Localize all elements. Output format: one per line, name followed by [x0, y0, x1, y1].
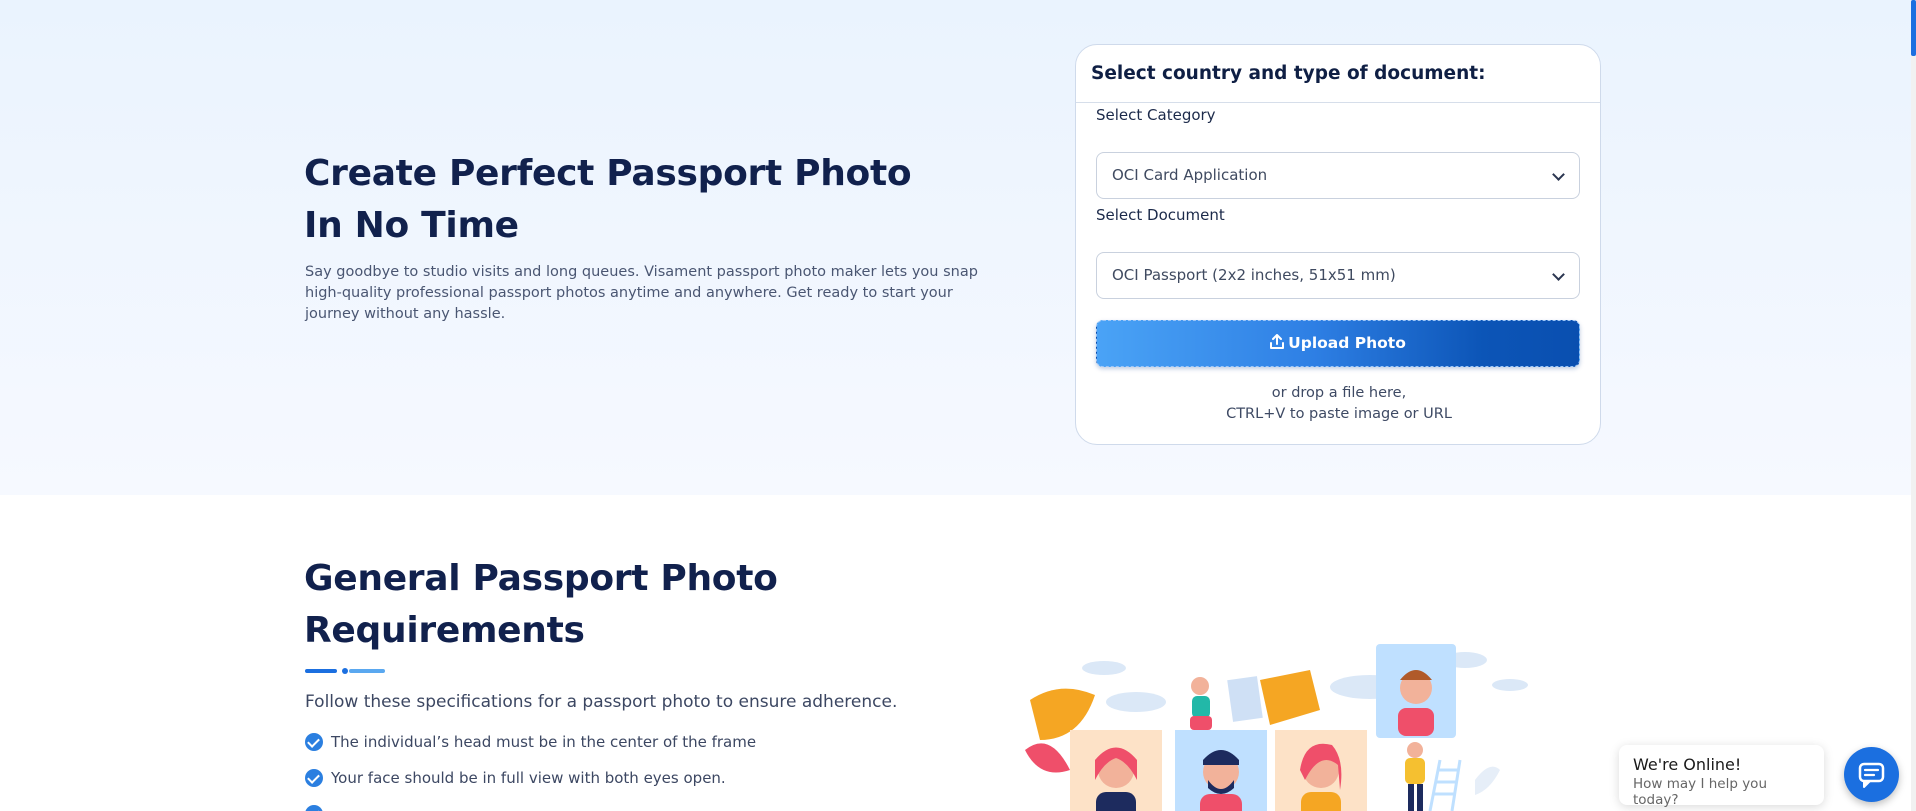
chat-icon [1858, 762, 1885, 788]
requirements-title-line1: General Passport Photo [304, 558, 778, 599]
document-selector-card: Select country and type of document: Sel… [1075, 44, 1601, 445]
chevron-down-icon [1552, 268, 1565, 281]
hero-title: Create Perfect Passport Photo In No Time [304, 148, 924, 252]
requirements-title: General Passport Photo Requirements [304, 553, 824, 657]
category-value: OCI Card Application [1112, 166, 1268, 184]
hero-title-line2: In No Time [304, 205, 519, 246]
chevron-down-icon [1552, 168, 1565, 181]
drop-zone-hint: or drop a file here, CTRL+V to paste ima… [1076, 383, 1600, 425]
category-select[interactable]: OCI Card Application [1096, 152, 1580, 199]
list-item [305, 805, 331, 811]
drop-hint-line2: CTRL+V to paste image or URL [1226, 406, 1452, 422]
check-icon [305, 769, 323, 787]
hero-section: Create Perfect Passport Photo In No Time… [0, 0, 1916, 495]
list-item: The individual’s head must be in the cen… [305, 733, 756, 751]
category-label: Select Category [1096, 106, 1216, 124]
hero-description: Say goodbye to studio visits and long qu… [305, 264, 978, 322]
card-heading: Select country and type of document: [1076, 45, 1600, 103]
drop-hint-line1: or drop a file here, [1271, 385, 1407, 401]
document-value: OCI Passport (2x2 inches, 51x51 mm) [1112, 266, 1396, 284]
hero-title-line1: Create Perfect Passport Photo [304, 153, 912, 194]
list-item-text: Your face should be in full view with bo… [331, 769, 726, 787]
chat-subtitle: How may I help you today? [1633, 776, 1767, 808]
requirements-subtitle: Follow these specifications for a passpo… [305, 692, 898, 712]
list-item: Your face should be in full view with bo… [305, 769, 726, 787]
document-label: Select Document [1096, 206, 1225, 224]
scrollbar-track[interactable] [1911, 0, 1916, 811]
passport-photo-illustration [1025, 644, 1528, 811]
section-divider [305, 668, 385, 674]
check-icon [305, 805, 323, 811]
requirements-title-line2: Requirements [304, 610, 585, 651]
chat-launcher-button[interactable] [1844, 747, 1899, 802]
scrollbar-thumb[interactable] [1911, 0, 1916, 56]
check-icon [305, 733, 323, 751]
upload-label: Upload Photo [1288, 334, 1406, 352]
chat-title: We're Online! [1633, 755, 1742, 774]
upload-icon [1270, 323, 1285, 368]
document-select[interactable]: OCI Passport (2x2 inches, 51x51 mm) [1096, 252, 1580, 299]
chat-popup[interactable]: We're Online! How may I help you today? [1619, 745, 1824, 808]
upload-photo-button[interactable]: Upload Photo [1096, 320, 1580, 367]
list-item-text: The individual’s head must be in the cen… [331, 733, 757, 751]
